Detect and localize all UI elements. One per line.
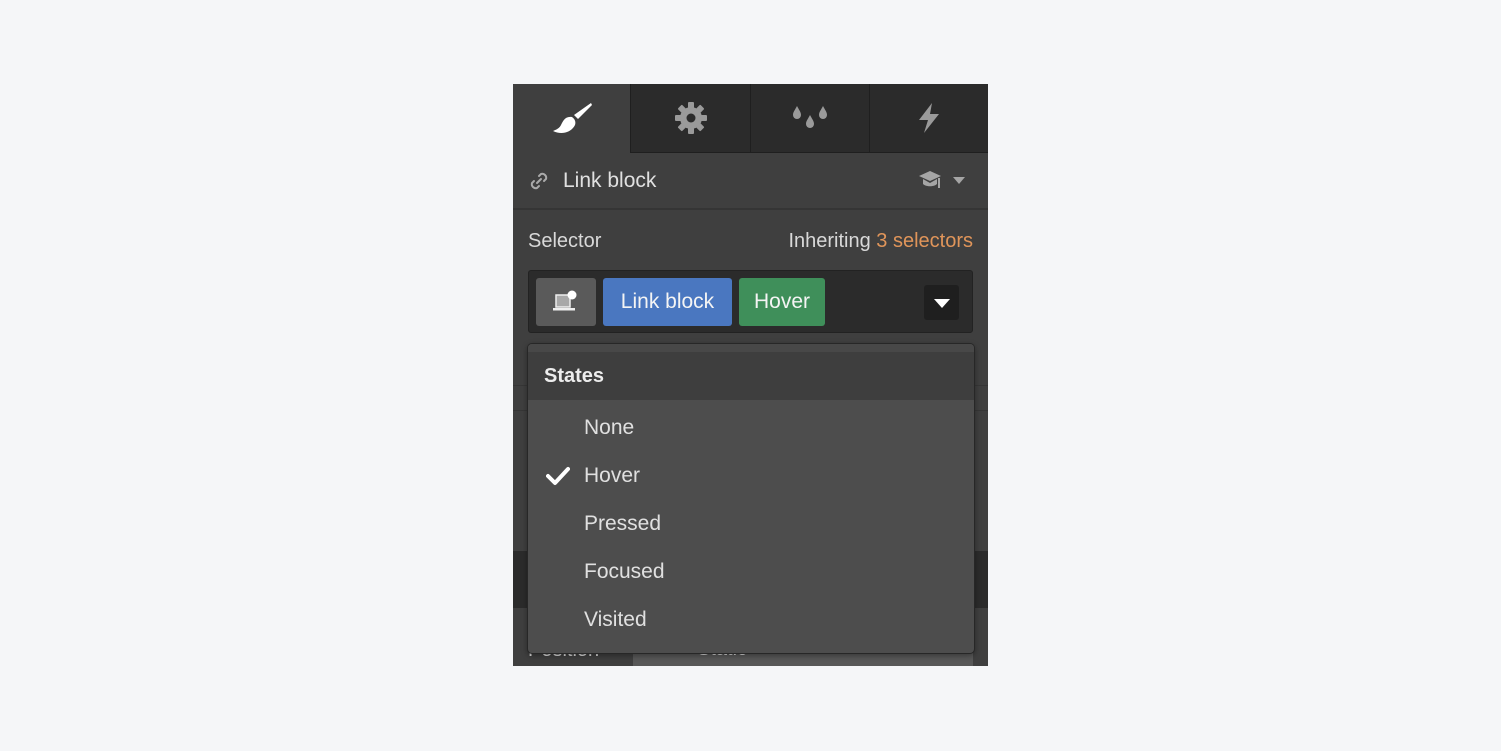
selector-chip-state[interactable]: Hover — [739, 278, 825, 326]
graduation-cap-icon — [919, 171, 941, 188]
state-item-hover[interactable]: Hover — [528, 452, 974, 500]
state-item-pressed[interactable]: Pressed — [528, 500, 974, 548]
panel-tabs — [513, 84, 988, 153]
tab-style-manager[interactable] — [750, 84, 869, 153]
state-label: Focused — [584, 560, 665, 583]
link-icon — [530, 172, 548, 189]
chevron-down-icon — [953, 177, 965, 184]
tab-interactions[interactable] — [869, 84, 988, 153]
inheriting-selectors-link[interactable]: 3 selectors — [876, 230, 973, 252]
state-item-visited[interactable]: Visited — [528, 596, 974, 644]
lightning-icon — [919, 103, 939, 133]
paintbrush-icon — [552, 102, 592, 133]
states-menu-header: States — [528, 352, 974, 400]
device-state-button[interactable] — [536, 278, 596, 326]
inheriting-prefix: Inheriting — [788, 230, 871, 252]
drops-icon — [793, 106, 827, 128]
element-header: Link block — [513, 153, 988, 210]
selector-chip-class[interactable]: Link block — [603, 278, 732, 326]
selector-field[interactable]: Link block Hover — [528, 270, 973, 333]
selector-row: Selector Inheriting 3 selectors — [528, 230, 973, 253]
state-item-none[interactable]: None — [528, 404, 974, 452]
inheriting-info: Inheriting 3 selectors — [788, 230, 973, 253]
tab-settings[interactable] — [630, 84, 750, 153]
state-item-focused[interactable]: Focused — [528, 548, 974, 596]
state-label: None — [584, 416, 635, 439]
states-dropdown-button[interactable] — [924, 285, 959, 320]
chevron-down-icon — [933, 298, 950, 308]
tab-style[interactable] — [513, 84, 630, 153]
device-state-icon — [553, 290, 577, 311]
state-label: Pressed — [584, 512, 662, 535]
states-list: None Hover Pressed Focused Visited — [528, 400, 974, 644]
menu-top-strip — [528, 344, 974, 352]
gear-icon — [674, 102, 707, 134]
states-menu: States None Hover Pressed Focused Visite… — [527, 343, 975, 654]
checkmark-icon — [546, 467, 570, 485]
selector-label: Selector — [528, 230, 602, 252]
element-help-dropdown[interactable] — [918, 170, 966, 190]
state-label: Hover — [584, 464, 641, 487]
element-title: Link block — [563, 168, 657, 192]
state-label: Visited — [584, 608, 647, 631]
